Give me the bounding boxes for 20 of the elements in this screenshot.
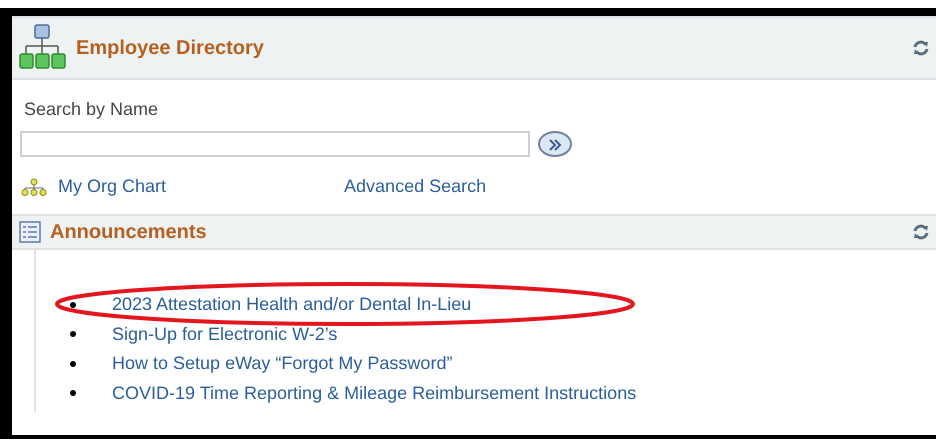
announcement-link[interactable]: 2023 Attestation Health and/or Dental In-Lieu [112, 291, 472, 318]
refresh-icon[interactable] [912, 40, 930, 56]
org-chart-icon [20, 178, 48, 196]
announcement-link[interactable]: How to Setup eWay “Forgot My Password” [112, 350, 452, 378]
bullet [70, 360, 76, 367]
link[interactable]: Advanced Search [344, 173, 486, 200]
bullet [70, 390, 76, 396]
search-label: Search by Name [24, 98, 160, 121]
search-go-button[interactable] [538, 131, 572, 157]
double-chevron-icon [548, 139, 562, 152]
panel-title: Announcements [50, 220, 207, 245]
checklist-icon [18, 220, 42, 244]
announcement-link[interactable]: Sign-Up for Electronic W-2’s [112, 320, 338, 348]
search-field[interactable] [20, 131, 530, 157]
announcement-link[interactable]: COVID-19 Time Reporting & Mileage Reimbursement Instructions [112, 380, 636, 407]
bullet [70, 302, 76, 308]
bullet [70, 331, 76, 338]
link[interactable]: My Org Chart [58, 173, 166, 200]
panel-title: Employee Directory [76, 36, 264, 61]
refresh-icon[interactable] [912, 224, 930, 240]
